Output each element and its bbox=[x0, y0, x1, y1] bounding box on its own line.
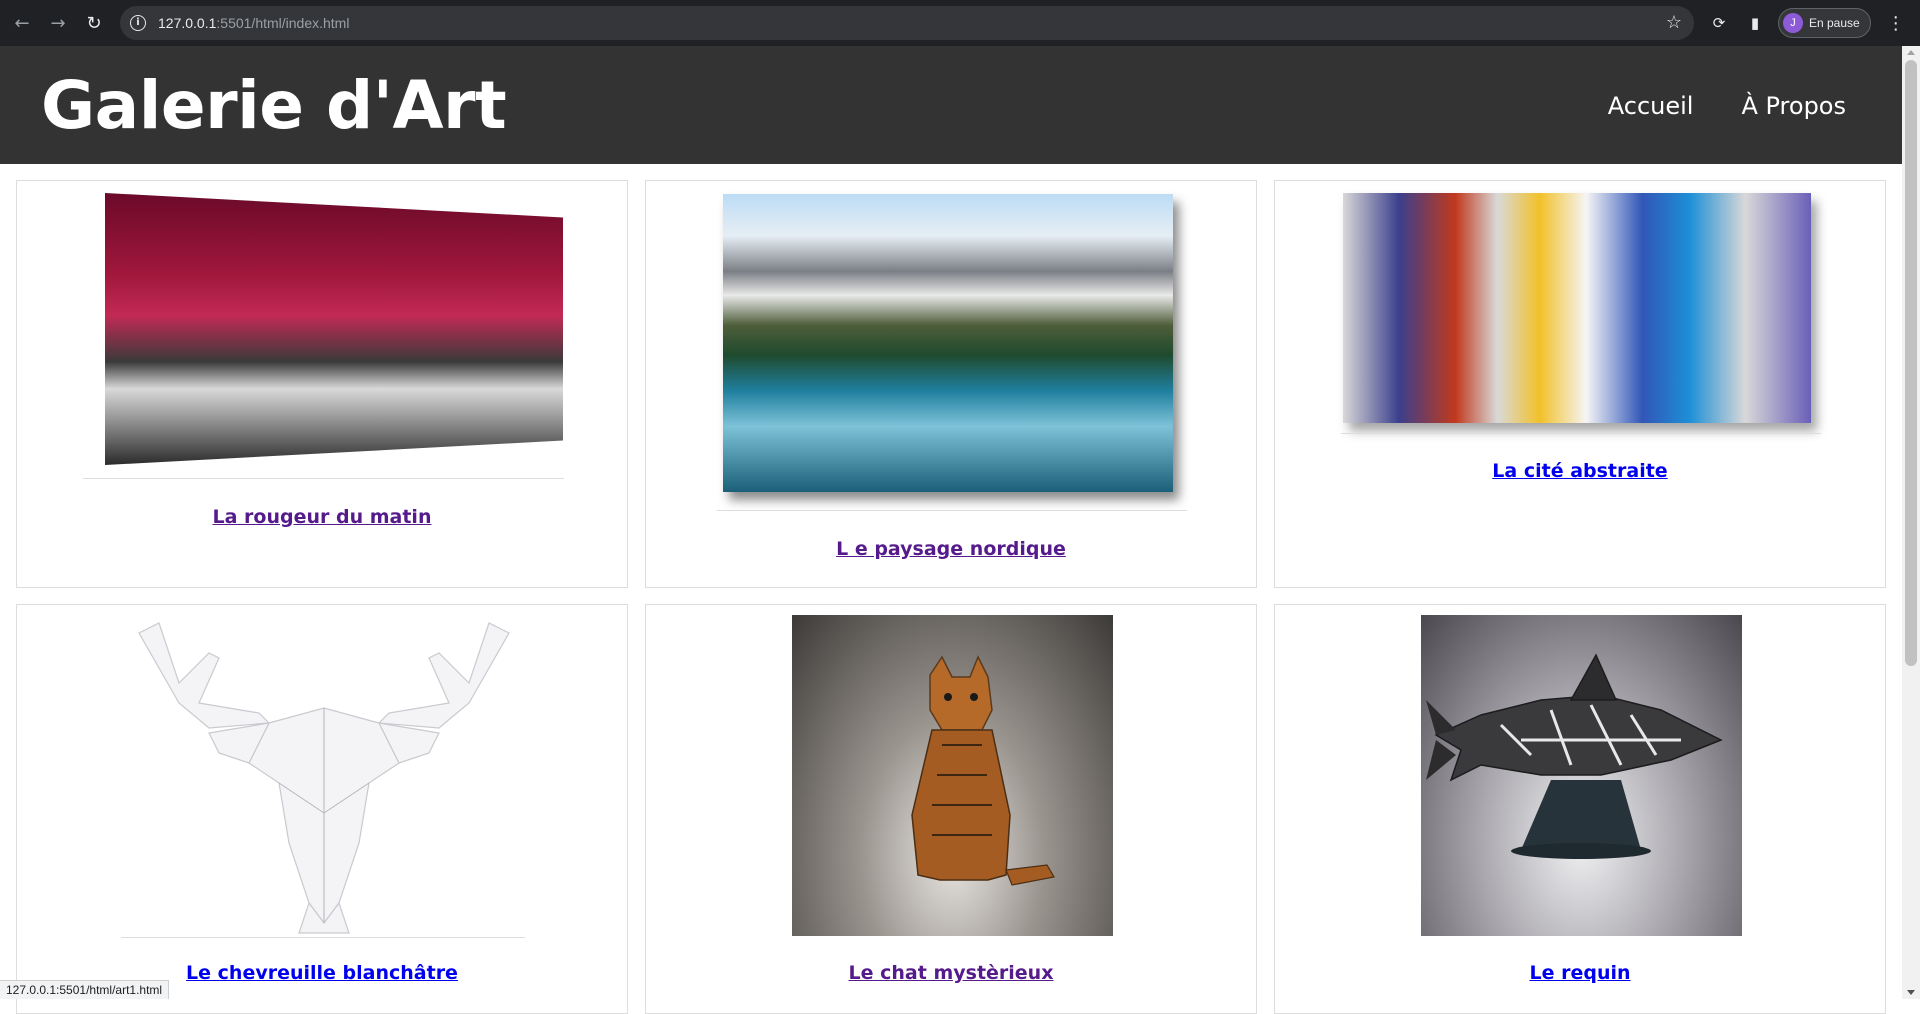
scroll-down-arrow-icon[interactable] bbox=[1907, 990, 1915, 995]
avatar: J bbox=[1783, 13, 1803, 33]
artwork-title-link[interactable]: Le chat mystèrieux bbox=[646, 962, 1256, 984]
extension-icon[interactable]: ⟳ bbox=[1706, 10, 1732, 36]
site-info-icon[interactable]: i bbox=[130, 15, 146, 31]
bookmark-star-icon[interactable]: ☆ bbox=[1666, 12, 1682, 33]
link-status-bar: 127.0.0.1:5501/html/art1.html bbox=[0, 980, 170, 999]
cat-sculpture bbox=[911, 655, 1055, 886]
artwork-image[interactable] bbox=[105, 193, 563, 465]
artwork-card[interactable]: Le chat mystèrieux bbox=[645, 604, 1257, 1014]
site-header: Galerie d'Art Accueil À Propos bbox=[0, 46, 1902, 164]
artwork-image[interactable] bbox=[1421, 615, 1742, 936]
artwork-title-link[interactable]: La cité abstraite bbox=[1275, 460, 1885, 482]
artwork-card[interactable]: Le chevreuille blanchâtre bbox=[16, 604, 628, 1014]
artwork-image[interactable] bbox=[1343, 193, 1811, 423]
divider bbox=[121, 937, 525, 938]
url-path: :5501/html/index.html bbox=[216, 15, 350, 31]
address-bar[interactable]: i 127.0.0.1:5501/html/index.html ☆ bbox=[120, 6, 1694, 40]
profile-button[interactable]: J En pause bbox=[1778, 8, 1871, 38]
page-title: Galerie d'Art bbox=[41, 66, 507, 144]
artwork-title-link[interactable]: L e paysage nordique bbox=[646, 538, 1256, 560]
artwork-card[interactable]: La rougeur du matin bbox=[16, 180, 628, 588]
scroll-thumb[interactable] bbox=[1905, 60, 1917, 666]
divider bbox=[717, 510, 1187, 511]
reload-icon[interactable]: ↻ bbox=[80, 9, 108, 37]
browser-menu-icon[interactable]: ⋮ bbox=[1887, 13, 1905, 34]
url-host: 127.0.0.1 bbox=[158, 15, 217, 31]
artwork-image[interactable] bbox=[792, 615, 1113, 936]
side-panel-icon[interactable]: ▮ bbox=[1742, 10, 1768, 36]
main-nav: Accueil À Propos bbox=[1608, 92, 1846, 120]
artwork-image[interactable] bbox=[723, 194, 1173, 492]
artwork-title-link[interactable]: La rougeur du matin bbox=[17, 506, 627, 528]
back-icon[interactable]: ← bbox=[8, 9, 36, 37]
scroll-up-arrow-icon[interactable] bbox=[1907, 50, 1915, 55]
shark-sculpture bbox=[1426, 653, 1723, 859]
artwork-image[interactable] bbox=[119, 613, 529, 941]
artwork-card[interactable]: La cité abstraite bbox=[1274, 180, 1886, 588]
url-text[interactable]: 127.0.0.1:5501/html/index.html bbox=[158, 15, 349, 31]
browser-toolbar: ← → ↻ i 127.0.0.1:5501/html/index.html ☆… bbox=[0, 0, 1920, 46]
divider bbox=[1341, 433, 1821, 434]
divider bbox=[83, 478, 564, 479]
deer-head-sculpture bbox=[138, 622, 510, 934]
nav-link-accueil[interactable]: Accueil bbox=[1608, 92, 1694, 120]
profile-status: En pause bbox=[1809, 16, 1860, 30]
artwork-title-link[interactable]: Le requin bbox=[1275, 962, 1885, 984]
artwork-card[interactable]: Le requin bbox=[1274, 604, 1886, 1014]
page-scrollbar[interactable] bbox=[1902, 46, 1920, 999]
nav-link-a-propos[interactable]: À Propos bbox=[1741, 92, 1846, 120]
toolbar-actions: ⟳ ▮ J En pause ⋮ bbox=[1706, 8, 1905, 38]
forward-icon[interactable]: → bbox=[44, 9, 72, 37]
artwork-card[interactable]: L e paysage nordique bbox=[645, 180, 1257, 588]
